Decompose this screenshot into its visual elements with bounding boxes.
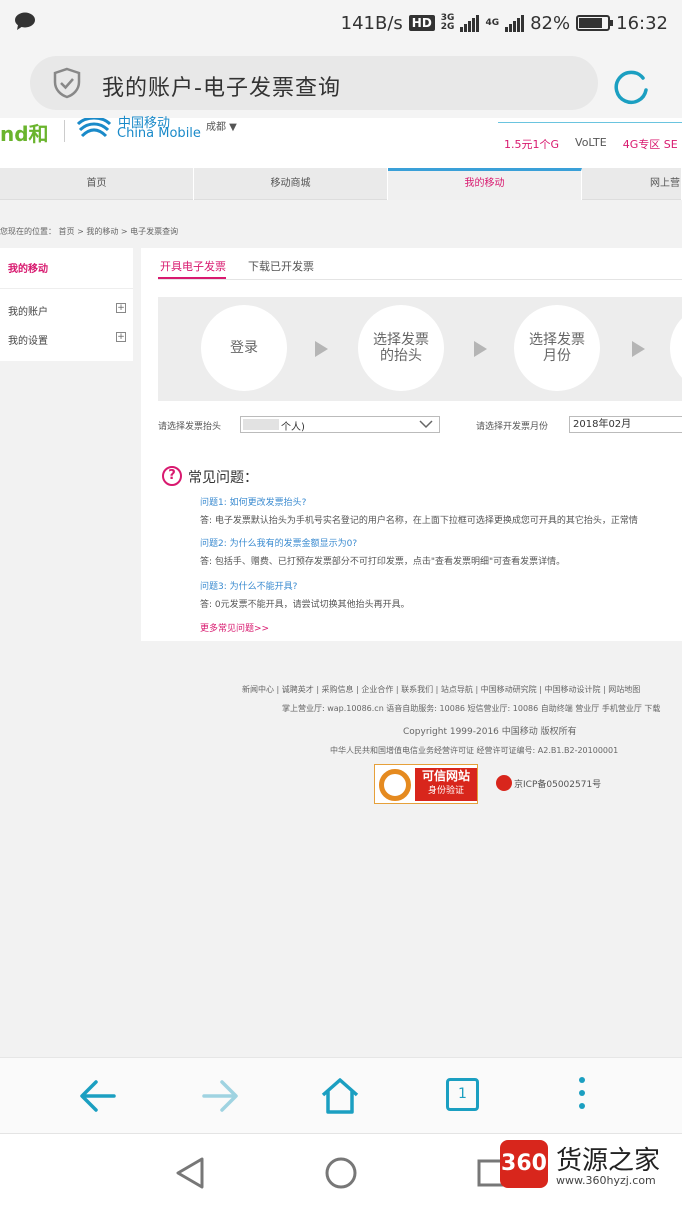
site-header: nd和 中国移动 China Mobile 成都 ▼ 1.5元1个G VoLTE… [0, 116, 682, 168]
watermark-url: www.360hyzj.com [556, 1174, 656, 1187]
browser-toolbar: 1 [0, 1057, 682, 1133]
sidebar-item-label: 我的设置 [8, 336, 48, 347]
address-bar[interactable]: 我的账户-电子发票查询 [30, 56, 598, 110]
faq-question[interactable]: 问题1: 如何更改发票抬头? [200, 495, 306, 508]
system-back-icon[interactable] [174, 1156, 206, 1190]
back-arrow-icon[interactable] [78, 1076, 118, 1116]
invoice-title-value: 个人) [281, 422, 305, 433]
sidebar: 我的移动 我的账户 + 我的设置 + [0, 248, 133, 361]
china-mobile-logo-icon[interactable] [76, 118, 112, 142]
battery-icon [576, 15, 614, 31]
faq-answer: 答: 包括手、赠费、已打预存发票部分不可打印发票，点击"查看发票明细"可查看发票… [200, 557, 566, 567]
invoice-title-select[interactable]: 个人) [240, 416, 440, 433]
chevron-down-icon [419, 420, 433, 429]
clock: 16:32 [616, 12, 668, 34]
sidebar-item-settings[interactable]: 我的设置 + [8, 332, 126, 347]
logo-divider [64, 120, 65, 142]
promo-links: 1.5元1个G VoLTE 4G专区 SE [504, 136, 678, 152]
icp-number[interactable]: 京ICP备05002571号 [514, 777, 601, 790]
shield-check-icon [53, 67, 81, 99]
status-indicators: 141B/s HD 3G 2G 4G 82% 16:32 [341, 10, 668, 36]
step-select-month: 选择发票 月份 [514, 305, 600, 391]
sidebar-title[interactable]: 我的移动 [8, 260, 48, 275]
sidebar-item-label: 我的账户 [8, 307, 48, 318]
hd-badge: HD [408, 15, 435, 31]
faq-title: 常见问题： [188, 470, 258, 486]
battery-percent: 82% [530, 12, 571, 34]
nav-item-mall[interactable]: 移动商城 [194, 168, 388, 200]
trusted-site-badge[interactable]: 可信网站 身份验证 [374, 764, 478, 804]
faq-answer: 答: 0元发票不能开具，请尝试切换其他抬头再开具。 [200, 600, 410, 610]
expand-icon[interactable]: + [116, 332, 126, 342]
invoice-month-select[interactable]: 2018年02月 [569, 416, 682, 433]
promo-link[interactable]: VoLTE [575, 136, 607, 152]
step-arrow-icon [632, 341, 645, 357]
tabs-icon[interactable]: 1 [446, 1078, 479, 1111]
main-nav: 首页 移动商城 我的移动 网上营 [0, 168, 682, 200]
faq-question[interactable]: 问题2: 为什么我有的发票金额显示为0? [200, 536, 357, 549]
trust-label: 可信网站 身份验证 [415, 768, 477, 801]
faq-answer: 答: 电子发票默认抬头为手机号实名登记的用户名称，在上面下拉框可选择更换成您可开… [200, 516, 638, 526]
sidebar-divider [0, 288, 133, 289]
nav-item-home[interactable]: 首页 [0, 168, 194, 200]
invoice-panel: 开具电子发票 下载已开发票 登录 选择发票 的抬头 选择发票 月份 请选择发票抬… [141, 248, 682, 641]
nav-item-online[interactable]: 网上营 [582, 168, 682, 200]
battery-level [579, 18, 603, 28]
police-badge-icon [496, 775, 512, 791]
watermark-logo: 360 [500, 1140, 548, 1188]
more-menu-icon[interactable] [579, 1077, 587, 1116]
signal-bars-2-icon [505, 14, 525, 32]
logo-he[interactable]: nd和 [0, 118, 49, 147]
network-type-2: 4G [485, 17, 500, 28]
promo-link[interactable]: 1.5元1个G [504, 136, 559, 152]
chat-bubble-icon [15, 12, 35, 30]
expand-icon[interactable]: + [116, 303, 126, 313]
more-faq-link[interactable]: 更多常见问题>> [200, 621, 269, 634]
step-login: 登录 [201, 305, 287, 391]
nav-item-my-mobile[interactable]: 我的移动 [388, 168, 582, 200]
steps-banner: 登录 选择发票 的抬头 选择发票 月份 [158, 297, 682, 401]
header-rule [498, 122, 682, 123]
city-selector[interactable]: 成都 ▼ [206, 118, 237, 133]
reload-icon[interactable] [612, 66, 652, 106]
watermark-name: 货源之家 [556, 1146, 661, 1176]
network-speed: 141B/s [340, 12, 403, 34]
watermark: 360 货源之家 www.360hyzj.com [500, 1140, 682, 1200]
address-text: 我的账户-电子发票查询 [102, 76, 341, 101]
step-select-title: 选择发票 的抬头 [358, 305, 444, 391]
redacted-name [243, 419, 279, 430]
home-icon[interactable] [320, 1076, 360, 1116]
footer-copyright: Copyright 1999-2016 中国移动 版权所有 [403, 727, 577, 737]
question-icon: ? [162, 466, 182, 486]
tab-download-invoice[interactable]: 下载已开发票 [248, 258, 314, 274]
signal-bars-1-icon [460, 14, 480, 32]
system-home-icon[interactable] [324, 1156, 358, 1190]
forward-arrow-icon[interactable] [200, 1076, 240, 1116]
month-select-label: 请选择开发票月份 [476, 422, 549, 432]
tab-issue-invoice[interactable]: 开具电子发票 [160, 258, 226, 274]
step-next [670, 305, 682, 391]
footer-links[interactable]: 新闻中心 | 诚聘英才 | 采购信息 | 企业合作 | 联系我们 | 站点导航 … [242, 684, 640, 695]
step-arrow-icon [474, 341, 487, 357]
browser-address-area: 我的账户-电子发票查询 [0, 46, 682, 118]
status-bar: 141B/s HD 3G 2G 4G 82% 16:32 [0, 0, 682, 46]
breadcrumb: 您现在的位置： 首页 > 我的移动 > 电子发票查询 [0, 227, 179, 236]
logo-english-text: China Mobile [117, 126, 201, 141]
promo-link[interactable]: 4G专区 SE [623, 136, 678, 152]
footer-license: 中华人民共和国增值电信业务经营许可证 经营许可证编号: A2.B1.B2-201… [330, 746, 619, 755]
title-select-label: 请选择发票抬头 [158, 422, 222, 432]
network-type-1: 3G 2G [440, 13, 455, 32]
trust-seal-icon [379, 769, 411, 801]
footer-service-hall: 掌上营业厅: wap.10086.cn 语音自助服务: 10086 短信营业厅:… [282, 704, 661, 713]
tab-divider [158, 279, 682, 280]
faq-question[interactable]: 问题3: 为什么不能开具? [200, 579, 297, 592]
step-arrow-icon [315, 341, 328, 357]
sidebar-item-account[interactable]: 我的账户 + [8, 303, 126, 318]
